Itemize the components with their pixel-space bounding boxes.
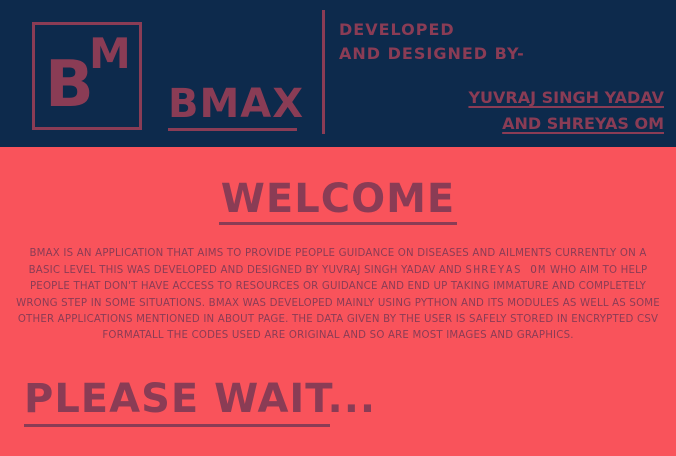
app-description: BMAX IS AN APPLICATION THAT AIMS TO PROV… — [14, 246, 662, 344]
logo-letter-m: M — [89, 29, 131, 78]
developed-label: DEVELOPED — [339, 20, 455, 39]
description-highlight: SHREYAS OM — [465, 263, 547, 277]
description-part2: WHO AIM TO HELP PEOPLE THAT DON'T HAVE A… — [16, 265, 660, 342]
welcome-text: WELCOME — [218, 176, 458, 225]
bmax-logo: B M — [32, 22, 142, 130]
app-name-underline — [168, 128, 297, 131]
please-wait-underline — [24, 424, 330, 427]
author-shreyas: AND SHREYAS OM — [502, 114, 664, 133]
header-banner: B M BMAX DEVELOPED AND DESIGNED BY- YUVR… — [0, 0, 676, 147]
logo-letter-b: B — [45, 48, 94, 122]
author-yuvraj: YUVRAJ SINGH YADAV — [468, 88, 664, 107]
app-name: BMAX — [168, 81, 305, 127]
welcome-heading: WELCOME — [0, 176, 676, 225]
header-divider — [322, 10, 325, 134]
please-wait-text: PLEASE WAIT... — [24, 376, 377, 422]
designed-by-label: AND DESIGNED BY- — [339, 44, 525, 63]
